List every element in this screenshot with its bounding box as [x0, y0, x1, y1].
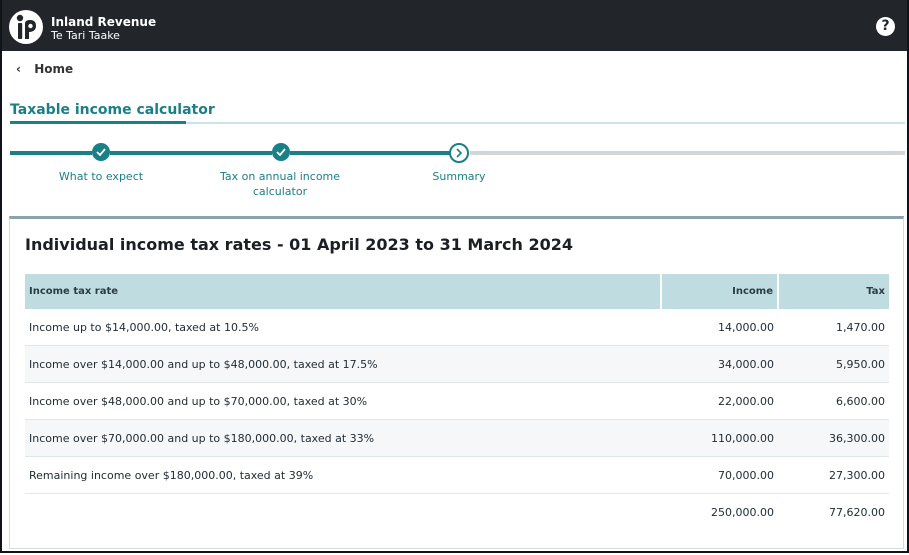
- tax-rates-table: Income tax rate Income Tax Income up to …: [25, 274, 889, 530]
- rate-cell: Income over $70,000.00 and up to $180,00…: [25, 419, 661, 457]
- check-icon: [276, 148, 286, 156]
- step-3-label[interactable]: Summary: [409, 169, 509, 184]
- column-header-tax: Tax: [778, 274, 889, 309]
- income-cell: 14,000.00: [661, 309, 778, 346]
- stepper-segment-pending: [470, 151, 905, 155]
- table-row: Income over $48,000.00 and up to $70,000…: [25, 382, 889, 420]
- income-cell: 22,000.00: [661, 382, 778, 420]
- tax-cell: 5,950.00: [778, 345, 889, 383]
- breadcrumb[interactable]: ‹ Home: [16, 62, 73, 76]
- rate-cell: Income over $14,000.00 and up to $48,000…: [25, 345, 661, 383]
- step-3-node[interactable]: [449, 143, 469, 163]
- chevron-right-icon: [456, 148, 463, 158]
- table-row: Income over $70,000.00 and up to $180,00…: [25, 419, 889, 457]
- column-header-rate: Income tax rate: [25, 274, 662, 309]
- total-label-cell: [25, 494, 661, 531]
- rate-cell: Remaining income over $180,000.00, taxed…: [25, 456, 661, 494]
- brand: Inland Revenue Te Tari Taake: [51, 15, 156, 43]
- stepper-segment-complete: [290, 151, 450, 155]
- income-cell: 110,000.00: [661, 419, 778, 457]
- page-title: Taxable income calculator: [10, 102, 215, 118]
- title-divider-active: [10, 121, 186, 124]
- check-icon: [96, 148, 106, 156]
- top-bar: Inland Revenue Te Tari Taake ?: [2, 0, 907, 51]
- tax-cell: 1,470.00: [778, 309, 889, 346]
- income-cell: 70,000.00: [661, 456, 778, 494]
- income-cell: 34,000.00: [661, 345, 778, 383]
- inland-revenue-logo[interactable]: [8, 9, 44, 45]
- step-1-node[interactable]: [92, 143, 110, 161]
- chevron-left-icon: ‹: [16, 62, 21, 76]
- progress-stepper: What to expect Tax on annual income calc…: [2, 140, 907, 200]
- rate-cell: Income over $48,000.00 and up to $70,000…: [25, 382, 661, 420]
- brand-subtitle: Te Tari Taake: [51, 29, 120, 42]
- step-2-label[interactable]: Tax on annual income calculator: [205, 169, 355, 199]
- table-total-row: 250,000.00 77,620.00: [25, 494, 889, 531]
- table-header-row: Income tax rate Income Tax: [25, 274, 889, 309]
- app-window: Inland Revenue Te Tari Taake ? ‹ Home Ta…: [0, 0, 909, 553]
- step-1-label[interactable]: What to expect: [41, 169, 161, 184]
- brand-name: Inland Revenue: [51, 15, 157, 29]
- stepper-segment-complete: [110, 151, 272, 155]
- rate-cell: Income up to $14,000.00, taxed at 10.5%: [25, 309, 661, 346]
- stepper-segment-complete: [10, 151, 92, 155]
- tax-cell: 6,600.00: [778, 382, 889, 420]
- table-row: Income up to $14,000.00, taxed at 10.5% …: [25, 309, 889, 346]
- tax-cell: 36,300.00: [778, 419, 889, 457]
- column-header-income: Income: [661, 274, 779, 309]
- step-2-node[interactable]: [272, 143, 290, 161]
- tax-rates-card: Individual income tax rates - 01 April 2…: [9, 216, 904, 549]
- card-heading: Individual income tax rates - 01 April 2…: [25, 235, 573, 254]
- total-income-cell: 250,000.00: [711, 505, 774, 519]
- total-tax-cell: 77,620.00: [829, 505, 885, 519]
- tax-cell: 27,300.00: [778, 456, 889, 494]
- table-row: Income over $14,000.00 and up to $48,000…: [25, 345, 889, 383]
- breadcrumb-home-link[interactable]: Home: [34, 62, 73, 76]
- help-icon[interactable]: ?: [876, 17, 895, 36]
- table-row: Remaining income over $180,000.00, taxed…: [25, 456, 889, 494]
